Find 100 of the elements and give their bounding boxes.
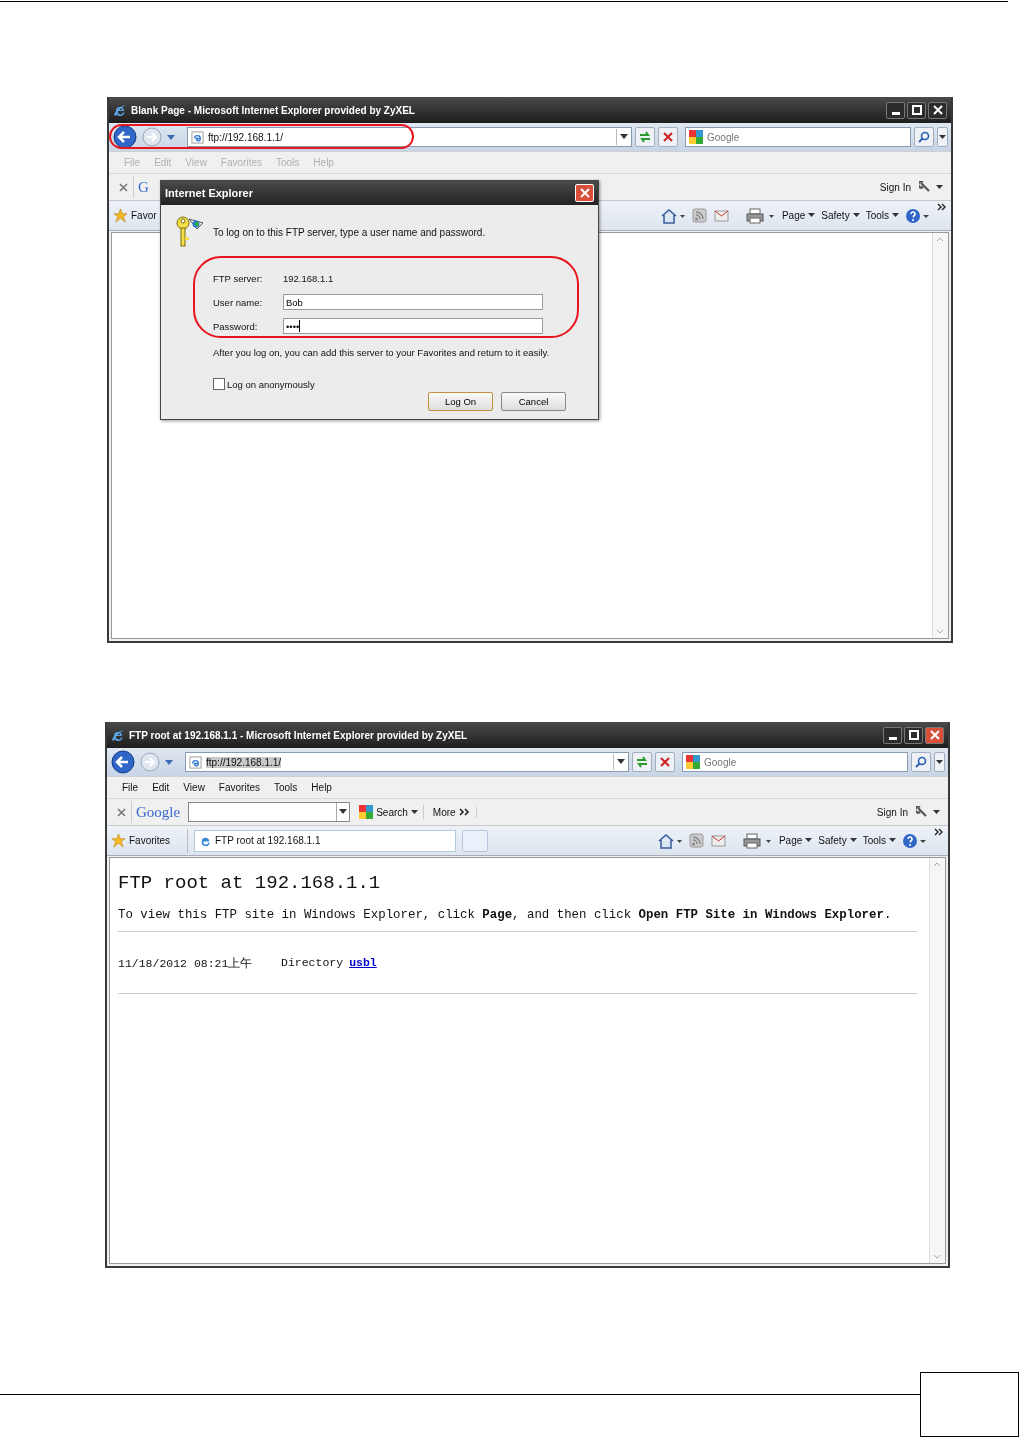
sign-in-button[interactable]: Sign In [876, 806, 908, 818]
home-icon[interactable] [656, 832, 683, 849]
dropdown-button[interactable] [616, 129, 631, 145]
checkbox-label: Log on anonymously [227, 378, 315, 390]
address-bar[interactable]: ftp://192.168.1.1/ [187, 127, 632, 147]
search-button[interactable] [914, 127, 934, 147]
minimize-icon [888, 736, 897, 740]
search-button[interactable] [911, 752, 931, 772]
dialog-button[interactable]: Cancel [501, 392, 566, 411]
command-menu[interactable]: Tools [865, 210, 899, 221]
back-icon[interactable] [110, 749, 136, 775]
search-icon [918, 131, 930, 143]
search-field[interactable]: Google [685, 127, 911, 147]
menu-item[interactable]: Help [311, 782, 332, 793]
command-menu[interactable]: Safety [821, 210, 860, 221]
checkbox[interactable] [213, 378, 225, 390]
caret-icon [939, 134, 946, 140]
help-icon[interactable] [902, 832, 928, 849]
minimize-button[interactable] [883, 726, 902, 744]
browser-tab[interactable]: FTP root at 192.168.1.1 [194, 829, 456, 852]
print-icon[interactable] [745, 207, 776, 224]
field-label: FTP server: [213, 272, 264, 284]
favorites-button[interactable]: Favorites [111, 828, 188, 853]
minimize-button[interactable] [886, 101, 905, 119]
field-label: User name: [213, 296, 264, 308]
refresh-icon [638, 131, 652, 143]
caret-icon [889, 838, 896, 843]
caret-icon [852, 213, 860, 218]
caret-icon [936, 759, 943, 765]
close-icon [116, 807, 126, 817]
server-address: 192.168.1.1 [283, 272, 334, 284]
page-heading: FTP root at 192.168.1.1 [118, 872, 382, 894]
window-title: Blank Page - Microsoft Internet Explorer provided by ZyXEL [131, 104, 415, 116]
caret-icon [808, 213, 816, 218]
wrench-icon[interactable] [919, 181, 943, 193]
feeds-icon[interactable] [691, 207, 708, 224]
more-button[interactable]: More [427, 806, 477, 818]
maximize-button[interactable] [904, 726, 923, 744]
maximize-button[interactable] [907, 101, 926, 119]
url-text: ftp://192.168.1.1/ [208, 131, 284, 143]
caret-icon [410, 809, 418, 815]
search-field[interactable]: Google [682, 752, 908, 772]
dropdown-button[interactable] [613, 754, 628, 770]
command-menu[interactable]: Safety [818, 835, 857, 846]
menu-item[interactable]: Edit [152, 782, 170, 793]
search-options-button[interactable] [934, 752, 945, 772]
chevron-icon[interactable] [934, 828, 944, 836]
search-options-button[interactable] [937, 127, 948, 147]
chevron-icon [458, 808, 471, 816]
menu-item[interactable]: File [122, 782, 139, 793]
toolbar-logo: Google [136, 803, 181, 821]
caret-icon [892, 213, 899, 218]
caret-icon [339, 809, 348, 815]
close-icon [932, 105, 943, 115]
entry-date: 11/18/2012 08:21上午 [118, 956, 254, 971]
help-icon[interactable] [905, 207, 931, 224]
star-icon [113, 208, 128, 223]
wrench-icon[interactable] [916, 806, 940, 818]
history-caret-icon[interactable] [166, 133, 176, 141]
menu-item[interactable]: Tools [274, 782, 298, 793]
instructions-text: To view this FTP site in Windows Explorer, click Page, and then click Open FTP Site in Windows Explorer. [118, 908, 892, 922]
stop-button[interactable] [655, 752, 675, 772]
search-provider-icon [689, 130, 703, 144]
maximize-icon [908, 730, 919, 740]
toolbar-search-button[interactable]: Search [354, 805, 424, 819]
page-icon [191, 130, 204, 144]
url-text: ftp://192.168.1.1/ [206, 756, 282, 768]
print-icon[interactable] [742, 832, 773, 849]
menu-item[interactable]: View [183, 782, 205, 793]
feeds-icon[interactable] [688, 832, 705, 849]
sign-in-button[interactable]: Sign In [879, 181, 911, 193]
home-icon[interactable] [659, 207, 686, 224]
menu-item[interactable]: Favorites [218, 782, 260, 793]
star-icon [111, 833, 126, 848]
dialog-title: Internet Explorer [165, 187, 254, 199]
default-button[interactable]: Log On [428, 392, 493, 411]
stop-button[interactable] [658, 127, 678, 147]
stop-icon [663, 132, 673, 142]
close-button[interactable] [925, 726, 944, 744]
command-menu[interactable]: Tools [862, 835, 896, 846]
caret-icon [617, 759, 625, 765]
back-icon[interactable] [112, 124, 138, 150]
close-icon [118, 182, 128, 192]
username-field[interactable]: Bob [283, 294, 543, 310]
search-icon [915, 756, 927, 768]
directory-link[interactable]: usbl [349, 956, 377, 971]
address-bar[interactable]: ftp://192.168.1.1/ [185, 752, 629, 772]
chevron-icon[interactable] [937, 203, 947, 211]
dialog-message: To log on to this FTP server, type a user name and password. [213, 226, 486, 238]
command-menu[interactable]: Page [778, 835, 813, 846]
close-icon [579, 188, 590, 198]
history-caret-icon[interactable] [164, 758, 174, 766]
dialog-note: After you log on, you can add this server to your Favorites and return to it easily. [213, 347, 551, 358]
browser-logo-icon [113, 103, 127, 117]
toolbar-search-field[interactable] [188, 802, 351, 822]
command-menu[interactable]: Page [781, 210, 816, 221]
password-field[interactable]: •••• [283, 318, 543, 334]
close-button[interactable] [928, 101, 947, 119]
forward-icon[interactable] [141, 126, 163, 148]
window-title: FTP root at 192.168.1.1 - Microsoft Internet Explorer provided by ZyXEL [129, 729, 468, 741]
